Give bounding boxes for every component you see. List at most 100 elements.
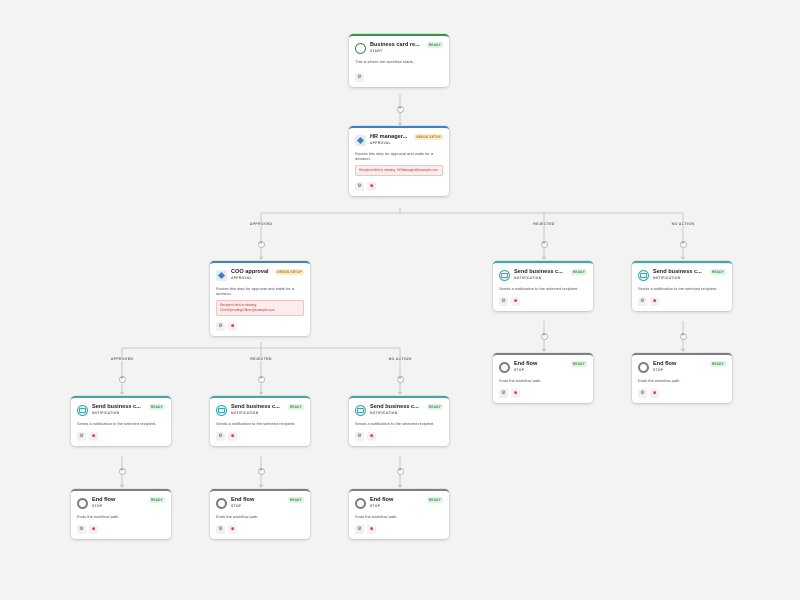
step-type: STOP <box>653 368 664 372</box>
trash-icon[interactable]: ■ <box>89 432 98 442</box>
step-description: Routes this step for approval and waits … <box>216 286 295 297</box>
step-type: STOP <box>514 368 525 372</box>
step-description: Ends the workflow path. <box>638 378 681 383</box>
status-badge: READY <box>709 361 726 367</box>
branch-label-approved: APPROVED <box>108 357 136 361</box>
add-step-button[interactable]: + <box>679 240 687 248</box>
warning-message: Recipient field is missing: HRManager@ex… <box>355 165 443 177</box>
status-badge: READY <box>426 404 443 410</box>
notification-icon <box>77 405 88 416</box>
add-step-button[interactable]: + <box>540 240 548 248</box>
trash-icon[interactable]: ■ <box>228 525 237 535</box>
step-card-start[interactable]: Business card re... START READY This is … <box>349 34 449 88</box>
step-card-end-flow-coo-no-action[interactable]: End flow STOP READY Ends the workflow pa… <box>349 489 449 540</box>
gear-icon[interactable]: ⚙ <box>355 73 364 83</box>
trash-icon[interactable]: ■ <box>650 389 659 399</box>
notification-icon <box>355 405 366 416</box>
status-badge: READY <box>287 404 304 410</box>
add-step-button[interactable]: + <box>257 240 265 248</box>
gear-icon[interactable]: ⚙ <box>638 297 647 307</box>
step-description: Sends a notification to the selected rec… <box>216 421 296 426</box>
trash-icon[interactable]: ■ <box>511 389 520 399</box>
step-title: Send business c... <box>653 269 702 275</box>
step-card-coo-approval[interactable]: COO approval APPROVAL NEEDS SETUP Routes… <box>210 261 310 336</box>
step-type: APPROVAL <box>370 141 391 145</box>
step-type: NOTIFICATION <box>514 276 542 280</box>
step-card-hr-manager-approval[interactable]: HR manager... APPROVAL NEEDS SETUP Route… <box>349 126 449 197</box>
trash-icon[interactable]: ■ <box>367 525 376 535</box>
gear-icon[interactable]: ⚙ <box>216 525 225 535</box>
status-badge: READY <box>570 269 587 275</box>
step-title: End flow <box>653 361 677 367</box>
step-description: Sends a notification to the selected rec… <box>355 421 435 426</box>
circle-start-icon <box>355 43 366 54</box>
gear-icon[interactable]: ⚙ <box>499 389 508 399</box>
gear-icon[interactable]: ⚙ <box>499 297 508 307</box>
status-badge: READY <box>287 497 304 503</box>
step-description: Ends the workflow path. <box>216 514 259 519</box>
gear-icon[interactable]: ⚙ <box>355 525 364 535</box>
end-flow-icon <box>77 498 88 509</box>
step-description: Ends the workflow path. <box>355 514 398 519</box>
step-card-end-flow-hr-no-action[interactable]: End flow STOP READY Ends the workflow pa… <box>632 353 732 404</box>
step-type: NOTIFICATION <box>231 411 259 415</box>
status-badge: READY <box>426 497 443 503</box>
status-badge: READY <box>709 269 726 275</box>
add-step-button[interactable]: + <box>396 105 404 113</box>
trash-icon[interactable]: ■ <box>367 182 376 192</box>
step-card-notification-coo-approved[interactable]: Send business c... NOTIFICATION READY Se… <box>71 396 171 447</box>
add-step-button[interactable]: + <box>679 332 687 340</box>
gear-icon[interactable]: ⚙ <box>638 389 647 399</box>
trash-icon[interactable]: ■ <box>228 322 237 331</box>
workflow-canvas: Business card re... START READY This is … <box>0 0 800 600</box>
branch-label-approved: APPROVED <box>247 222 275 226</box>
step-type: NOTIFICATION <box>370 411 398 415</box>
gear-icon[interactable]: ⚙ <box>77 525 86 535</box>
step-card-end-flow-hr-rejected[interactable]: End flow STOP READY Ends the workflow pa… <box>493 353 593 404</box>
step-title: Business card re... <box>370 42 420 48</box>
step-type: STOP <box>92 504 103 508</box>
gear-icon[interactable]: ⚙ <box>216 432 225 442</box>
step-card-notification-hr-no-action[interactable]: Send business c... NOTIFICATION READY Se… <box>632 261 732 312</box>
add-step-button[interactable]: + <box>540 332 548 340</box>
gear-icon[interactable]: ⚙ <box>355 432 364 442</box>
end-flow-icon <box>216 498 227 509</box>
step-description: Sends a notification to the selected rec… <box>638 286 718 291</box>
trash-icon[interactable]: ■ <box>511 297 520 307</box>
trash-icon[interactable]: ■ <box>367 432 376 442</box>
trash-icon[interactable]: ■ <box>89 525 98 535</box>
add-step-button[interactable]: + <box>396 467 404 475</box>
gear-icon[interactable]: ⚙ <box>355 182 364 192</box>
branch-label-rejected: REJECTED <box>531 222 557 226</box>
add-step-button[interactable]: + <box>118 467 126 475</box>
step-card-notification-hr-rejected[interactable]: Send business c... NOTIFICATION READY Se… <box>493 261 593 312</box>
step-title: End flow <box>514 361 538 367</box>
add-step-button[interactable]: + <box>257 375 265 383</box>
step-card-notification-coo-rejected[interactable]: Send business c... NOTIFICATION READY Se… <box>210 396 310 447</box>
step-card-notification-coo-no-action[interactable]: Send business c... NOTIFICATION READY Se… <box>349 396 449 447</box>
step-type: STOP <box>370 504 381 508</box>
gear-icon[interactable]: ⚙ <box>216 322 225 331</box>
step-title: Send business c... <box>514 269 563 275</box>
step-card-end-flow-coo-rejected[interactable]: End flow STOP READY Ends the workflow pa… <box>210 489 310 540</box>
trash-icon[interactable]: ■ <box>228 432 237 442</box>
step-description: This is where the workflow starts. <box>355 59 414 64</box>
add-step-button[interactable]: + <box>396 375 404 383</box>
end-flow-icon <box>499 362 510 373</box>
step-title: End flow <box>231 497 255 503</box>
step-description: Ends the workflow path. <box>499 378 542 383</box>
step-description: Ends the workflow path. <box>77 514 120 519</box>
trash-icon[interactable]: ■ <box>650 297 659 307</box>
status-badge: NEEDS SETUP <box>414 134 443 140</box>
status-badge: READY <box>570 361 587 367</box>
step-card-end-flow-coo-approved[interactable]: End flow STOP READY Ends the workflow pa… <box>71 489 171 540</box>
add-step-button[interactable]: + <box>257 467 265 475</box>
notification-icon <box>216 405 227 416</box>
status-badge: READY <box>148 497 165 503</box>
gear-icon[interactable]: ⚙ <box>77 432 86 442</box>
branch-label-rejected: REJECTED <box>248 357 274 361</box>
step-type: START <box>370 49 383 53</box>
add-step-button[interactable]: + <box>118 375 126 383</box>
step-type: NOTIFICATION <box>92 411 120 415</box>
end-flow-icon <box>355 498 366 509</box>
